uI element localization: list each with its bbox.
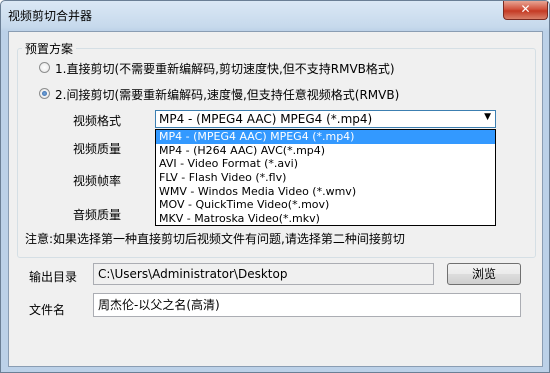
dropdown-option[interactable]: FLV - Flash Video (*.flv) xyxy=(156,171,495,185)
note-text: 注意:如果选择第一种直接剪切后视频文件有问题,请选择第二种间接剪切 xyxy=(25,232,405,246)
preset-group-label: 预置方案 xyxy=(22,40,77,57)
output-dir-field[interactable]: C:\Users\Administrator\Desktop xyxy=(93,263,434,285)
video-quality-label: 视频质量 xyxy=(73,142,122,156)
video-format-value: MP4 - (MPEG4 AAC) MPEG4 (*.mp4) xyxy=(159,112,373,126)
audio-quality-label: 音频质量 xyxy=(73,208,122,222)
video-framerate-label: 视频帧率 xyxy=(73,174,122,188)
dropdown-option[interactable]: AVI - Video Format (*.avi) xyxy=(156,157,495,171)
app-window: 视频剪切合并器 ✕ 预置方案 1.直接剪切(不需要重新编解码,剪切速度快,但不支… xyxy=(0,0,550,373)
dropdown-option[interactable]: MP4 - (H264 AAC) AVC(*.mp4) xyxy=(156,144,495,158)
video-format-select[interactable]: MP4 - (MPEG4 AAC) MPEG4 (*.mp4) ▼ xyxy=(155,110,496,128)
close-icon: ✕ xyxy=(520,2,531,16)
dropdown-option[interactable]: MP4 - (MPEG4 AAC) MPEG4 (*.mp4) xyxy=(156,130,495,144)
filename-label: 文件名 xyxy=(29,303,66,317)
dropdown-option[interactable]: MKV - Matroska Video(*.mkv) xyxy=(156,212,495,226)
browse-button[interactable]: 浏览 xyxy=(447,263,521,285)
radio-direct-cut-label[interactable]: 1.直接剪切(不需要重新编解码,剪切速度快,但不支持RMVB格式) xyxy=(55,60,395,77)
title-bar[interactable]: 视频剪切合并器 ✕ xyxy=(1,1,549,31)
radio-indirect-cut-label[interactable]: 2.间接剪切(需要重新编解码,速度慢,但支持任意视频格式(RMVB) xyxy=(55,86,399,103)
dropdown-option[interactable]: WMV - Windos Media Video (*.wmv) xyxy=(156,185,495,199)
filename-input[interactable]: 周杰伦-以父之名(高清) xyxy=(93,293,521,317)
chevron-down-icon[interactable]: ▼ xyxy=(484,112,491,122)
video-format-label: 视频格式 xyxy=(73,114,122,128)
client-area: 预置方案 1.直接剪切(不需要重新编解码,剪切速度快,但不支持RMVB格式) 2… xyxy=(8,31,543,367)
output-dir-label: 输出目录 xyxy=(29,270,78,284)
window-title: 视频剪切合并器 xyxy=(8,9,93,23)
video-format-dropdown: MP4 - (MPEG4 AAC) MPEG4 (*.mp4) MP4 - (H… xyxy=(155,129,496,226)
close-button[interactable]: ✕ xyxy=(503,1,548,20)
dropdown-option[interactable]: MOV - QuickTime Video(*.mov) xyxy=(156,198,495,212)
radio-direct-cut[interactable] xyxy=(39,62,50,73)
radio-indirect-cut[interactable] xyxy=(39,88,50,99)
